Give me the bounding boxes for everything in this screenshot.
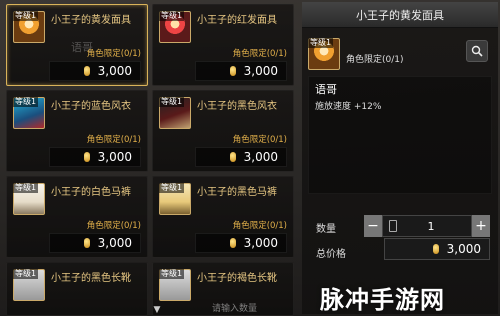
item-limit: 角色限定(0/1): [86, 221, 141, 231]
item-price: 3,000: [49, 147, 141, 167]
gold-coin-icon: [432, 244, 439, 254]
item-level: 等级1: [13, 269, 39, 279]
item-level: 等级1: [159, 97, 185, 107]
item-limit: 角色限定(0/1): [232, 49, 287, 59]
quantity-value: 1: [427, 219, 435, 233]
gold-coin-icon: [83, 66, 90, 76]
item-name: 小王子的黑色风衣: [197, 101, 277, 112]
item-name: 小王子的褐色长靴: [197, 273, 277, 284]
detail-title: 小王子的黄发面具: [302, 2, 498, 28]
item-card[interactable]: 等级1 小王子的蓝色风衣 角色限定(0/1) 3,000: [6, 90, 148, 172]
item-level: 等级1: [13, 183, 39, 193]
item-price-value: 3,000: [243, 150, 278, 164]
item-card[interactable]: 等级1 小王子的红发面具 角色限定(0/1) 3,000: [152, 4, 294, 86]
total-price: 3,000: [384, 238, 490, 260]
item-card[interactable]: 等级1 小王子的白色马裤 角色限定(0/1) 3,000: [6, 176, 148, 258]
total-price-label: 总价格: [316, 249, 346, 260]
item-card[interactable]: 等级1 小王子的黄发面具 语哥 角色限定(0/1) 3,000: [6, 4, 148, 86]
shop-screen: 等级1 小王子的黄发面具 语哥 角色限定(0/1) 3,000 等级1 小王子的…: [0, 0, 500, 316]
item-limit: 角色限定(0/1): [86, 49, 141, 59]
detail-limit: 角色限定(0/1): [346, 55, 404, 65]
item-price-value: 3,000: [97, 64, 132, 78]
description-stat: 施放速度 +12%: [315, 102, 382, 112]
quantity-label: 数量: [316, 224, 336, 235]
item-price-value: 3,000: [243, 64, 278, 78]
item-card[interactable]: 等级1 小王子的黑色风衣 角色限定(0/1) 3,000: [152, 90, 294, 172]
quantity-stepper: − 1 +: [364, 215, 490, 237]
item-card[interactable]: 等级1 小王子的黑色马裤 角色限定(0/1) 3,000: [152, 176, 294, 258]
gold-coin-icon: [229, 238, 236, 248]
item-card[interactable]: 等级1 小王子的黑色长靴: [6, 262, 148, 316]
item-name: 小王子的黄发面具: [51, 15, 131, 26]
gold-coin-icon: [229, 66, 236, 76]
item-name: 小王子的黑色长靴: [51, 273, 131, 284]
item-name: 小王子的蓝色风衣: [51, 101, 131, 112]
item-price-value: 3,000: [97, 236, 132, 250]
item-level: 等级1: [13, 11, 39, 21]
item-price: 3,000: [195, 61, 287, 81]
item-price: 3,000: [49, 61, 141, 81]
item-level: 等级1: [13, 97, 39, 107]
item-level: 等级1: [159, 269, 185, 279]
detail-level: 等级1: [308, 38, 334, 48]
chevron-down-icon[interactable]: ▼: [150, 305, 164, 315]
item-price-value: 3,000: [243, 236, 278, 250]
magnifier-icon: [471, 45, 483, 57]
item-level: 等级1: [159, 183, 185, 193]
item-level: 等级1: [159, 11, 185, 21]
item-price: 3,000: [195, 233, 287, 253]
bottom-hint: 请输入数量: [212, 304, 258, 314]
detail-panel: 小王子的黄发面具 等级1 角色限定(0/1) 语哥 施放速度 +12% 数量 −…: [302, 2, 498, 314]
item-name: 小王子的黑色马裤: [197, 187, 277, 198]
gold-coin-icon: [83, 238, 90, 248]
preview-button[interactable]: [466, 40, 488, 62]
item-limit: 角色限定(0/1): [232, 221, 287, 231]
item-price: 3,000: [49, 233, 141, 253]
calculator-icon[interactable]: [389, 220, 397, 232]
total-price-value: 3,000: [446, 242, 481, 256]
increase-button[interactable]: +: [472, 215, 490, 237]
item-price: 3,000: [195, 147, 287, 167]
item-limit: 角色限定(0/1): [232, 135, 287, 145]
watermark-text: 脉冲手游网: [320, 286, 445, 314]
item-name: 小王子的红发面具: [197, 15, 277, 26]
item-grid: 等级1 小王子的黄发面具 语哥 角色限定(0/1) 3,000 等级1 小王子的…: [4, 2, 294, 316]
item-description: 语哥 施放速度 +12%: [308, 76, 492, 194]
decrease-button[interactable]: −: [364, 215, 382, 237]
gold-coin-icon: [83, 152, 90, 162]
item-limit: 角色限定(0/1): [86, 135, 141, 145]
description-title: 语哥: [315, 83, 337, 96]
gold-coin-icon: [229, 152, 236, 162]
item-price-value: 3,000: [97, 150, 132, 164]
quantity-input[interactable]: 1: [382, 215, 472, 237]
item-name: 小王子的白色马裤: [51, 187, 131, 198]
